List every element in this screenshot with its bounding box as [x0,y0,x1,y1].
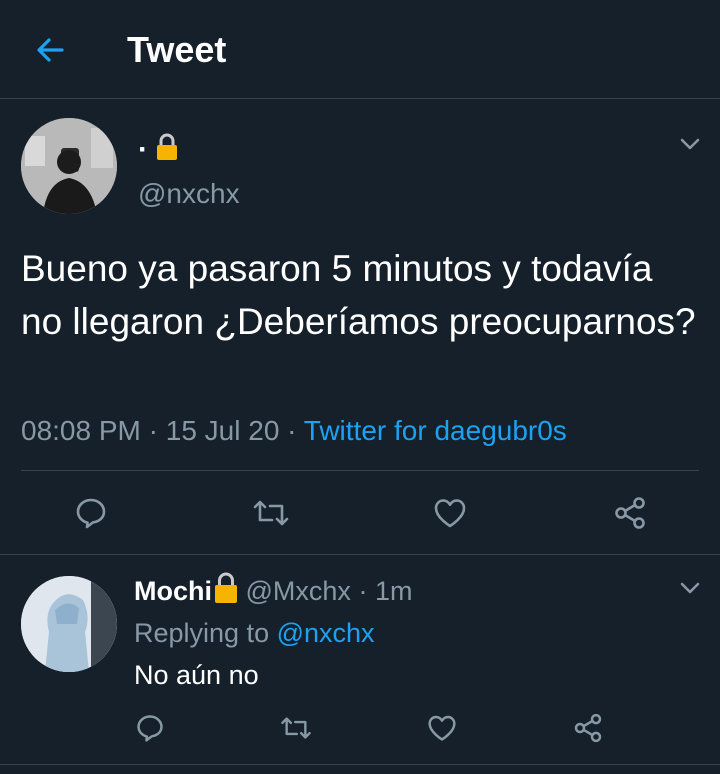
retweet-button[interactable] [251,493,291,533]
lock-icon [156,133,178,161]
reply-menu-button[interactable] [679,577,701,599]
lock-icon [214,572,238,604]
like-icon [432,496,468,530]
reply-author-name[interactable]: Mochi [134,576,212,606]
like-icon [426,713,458,743]
tweet-time: 08:08 PM [21,415,141,446]
replying-to: Replying to @nxchx [134,618,375,648]
tweet-text: Bueno ya pasaron 5 minutos y todavía no … [21,248,696,342]
tweet-meta: 08:08 PM · 15 Jul 20 · Twitter for daegu… [21,415,567,446]
divider [0,764,720,765]
divider [0,554,720,555]
top-bar: Tweet [0,0,720,99]
reply-retweet-button[interactable] [276,708,316,748]
tweet-menu-button[interactable] [679,133,701,155]
reply-author-avatar[interactable] [21,576,117,672]
reply-text: No aún no [134,660,259,690]
page-title: Tweet [127,29,227,70]
reply-header: Mochi @Mxchx · 1m [134,572,412,609]
reply-icon [74,496,108,530]
reply-author-handle[interactable]: @Mxchx [246,576,351,606]
reply-share-button[interactable] [568,708,608,748]
share-button[interactable] [610,493,650,533]
reply-time: 1m [374,576,413,606]
reply-icon [135,713,165,743]
arrow-left-icon [34,34,66,66]
author-avatar[interactable] [21,118,117,214]
chevron-down-icon [680,138,700,150]
share-icon [612,495,648,531]
tweet-date: 15 Jul 20 [165,415,280,446]
divider [21,470,699,471]
chevron-down-icon [680,582,700,594]
retweet-icon [279,713,313,743]
reply-button[interactable] [71,493,111,533]
reply-like-button[interactable] [422,708,462,748]
like-button[interactable] [430,493,470,533]
author-handle[interactable]: @nxchx [138,178,240,210]
back-button[interactable] [30,30,70,70]
share-icon [572,712,604,744]
replying-to-handle[interactable]: @nxchx [277,618,375,648]
tweet-source-link[interactable]: Twitter for daegubr0s [304,415,567,446]
reply-reply-button[interactable] [130,708,170,748]
author-name[interactable]: · [138,132,178,168]
retweet-icon [251,496,291,530]
